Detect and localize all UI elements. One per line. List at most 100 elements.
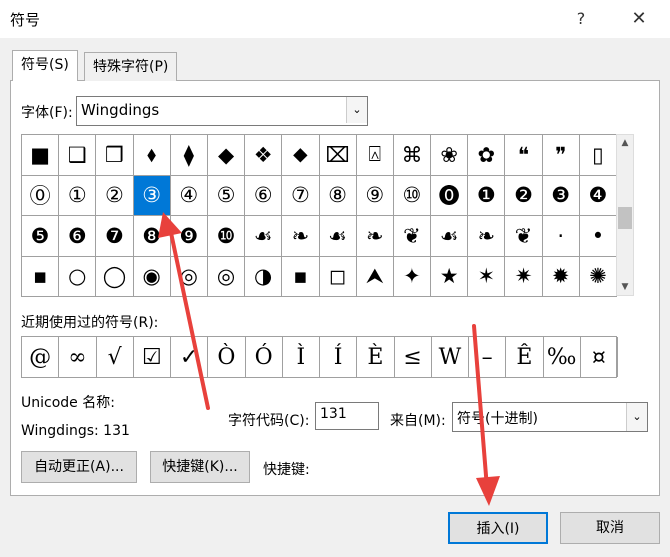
- symbol-cell[interactable]: ·: [542, 216, 580, 257]
- tab-special-characters[interactable]: 特殊字符(P): [84, 52, 178, 81]
- font-select[interactable]: Wingdings ⌄: [76, 96, 368, 126]
- symbol-cell[interactable]: ❑: [59, 135, 97, 176]
- recent-symbol-cell[interactable]: –: [469, 337, 507, 377]
- recent-symbol-cell[interactable]: È: [357, 337, 395, 377]
- symbol-cell[interactable]: ❺: [22, 216, 60, 257]
- symbol-cell[interactable]: ✦: [393, 256, 432, 297]
- recent-symbol-cell[interactable]: ‰: [544, 337, 581, 377]
- symbol-cell[interactable]: ❧: [282, 216, 320, 257]
- symbol-cell[interactable]: ❝: [505, 135, 543, 176]
- symbol-cell[interactable]: ❦: [505, 216, 543, 257]
- symbol-cell[interactable]: ⬧: [133, 135, 171, 176]
- recent-symbol-cell[interactable]: ☑: [134, 337, 171, 377]
- recent-symbol-cell[interactable]: Ì: [283, 337, 320, 377]
- symbol-cell[interactable]: ◎: [207, 256, 246, 297]
- symbol-cell[interactable]: ⌧: [319, 135, 357, 176]
- symbol-cell[interactable]: ⑧: [319, 175, 357, 216]
- symbol-cell[interactable]: ❒: [96, 135, 134, 176]
- recent-symbol-cell[interactable]: ✓: [171, 337, 209, 377]
- symbol-cell[interactable]: ❷: [505, 175, 543, 216]
- scrollbar-thumb[interactable]: [618, 207, 632, 229]
- recent-symbol-cell[interactable]: √: [97, 337, 134, 377]
- symbol-cell[interactable]: ⍓: [356, 135, 394, 176]
- symbol-grid: ■ ❑ ❒ ⬧ ⧫ ◆ ❖ ⬥ ⌧ ⍓ ⌘ ❀ ✿ ❝ ❞ ▯ ⓪ ① ② ③ ④ ⑤ ⑥ ⑦ ⑧ ⑨ ⑩ ⓿ ❶ ❷ ❸ ❹ ❺ ❻ ❼ ❽ ❾ ❿ ☙ ❧…: [21, 134, 617, 297]
- recent-symbol-cell[interactable]: Ó: [246, 337, 283, 377]
- symbol-cell[interactable]: ◯: [96, 256, 134, 297]
- symbol-cell[interactable]: ✶: [468, 256, 506, 297]
- recent-symbol-cell[interactable]: Ò: [208, 337, 246, 377]
- symbol-cell[interactable]: •: [579, 216, 617, 257]
- recent-symbol-cell[interactable]: W: [432, 337, 469, 377]
- recent-symbol-cell[interactable]: Ê: [506, 337, 544, 377]
- symbol-cell[interactable]: ⌘: [393, 135, 432, 176]
- recent-symbol-cell[interactable]: @: [22, 337, 60, 377]
- symbol-cell[interactable]: ❀: [431, 135, 469, 176]
- symbol-cell[interactable]: ⧫: [170, 135, 208, 176]
- symbol-cell[interactable]: ⑦: [282, 175, 320, 216]
- symbol-cell[interactable]: ①: [59, 175, 97, 216]
- symbol-cell[interactable]: ✹: [542, 256, 580, 297]
- symbol-cell[interactable]: ⓿: [431, 175, 469, 216]
- symbol-cell[interactable]: ❹: [579, 175, 617, 216]
- recent-symbols-list: @ ∞ √ ☑ ✓ Ò Ó Ì Í È ≤ W – Ê ‰ ¤: [21, 336, 618, 378]
- symbol-cell[interactable]: ◆: [207, 135, 246, 176]
- symbol-cell[interactable]: ❼: [96, 216, 134, 257]
- symbol-cell[interactable]: ❧: [356, 216, 394, 257]
- close-button[interactable]: ✕: [624, 6, 654, 32]
- symbol-cell[interactable]: ⑨: [356, 175, 394, 216]
- symbol-cell[interactable]: ▪: [282, 256, 320, 297]
- symbol-cell[interactable]: ⬥: [282, 135, 320, 176]
- symbol-cell[interactable]: ⑤: [207, 175, 246, 216]
- symbol-cell[interactable]: ❶: [468, 175, 506, 216]
- symbol-cell[interactable]: ⑥: [245, 175, 283, 216]
- scroll-down-icon[interactable]: ▼: [617, 279, 633, 295]
- symbol-cell[interactable]: ■: [22, 135, 60, 176]
- symbol-cell[interactable]: ④: [170, 175, 208, 216]
- symbol-cell[interactable]: ☙: [431, 216, 469, 257]
- recent-symbols-label: 近期使用过的符号(R):: [21, 315, 159, 331]
- autocorrect-button[interactable]: 自动更正(A)...: [21, 451, 137, 483]
- symbol-cell[interactable]: ◎: [170, 256, 208, 297]
- symbol-cell-selected[interactable]: ③: [133, 175, 171, 216]
- symbol-cell[interactable]: ▯: [579, 135, 617, 176]
- from-select[interactable]: 符号(十进制) ⌄: [452, 402, 648, 432]
- shortcut-key-button[interactable]: 快捷键(K)...: [150, 451, 250, 483]
- cancel-button[interactable]: 取消: [560, 512, 660, 544]
- insert-button[interactable]: 插入(I): [448, 512, 548, 544]
- symbol-cell[interactable]: ⓪: [22, 175, 60, 216]
- symbol-cell[interactable]: ▪: [22, 256, 60, 297]
- symbol-cell[interactable]: ❦: [393, 216, 432, 257]
- symbol-cell[interactable]: ⮝: [356, 256, 394, 297]
- symbol-cell[interactable]: ❿: [207, 216, 246, 257]
- symbol-cell[interactable]: ❸: [542, 175, 580, 216]
- symbol-cell[interactable]: ◑: [245, 256, 283, 297]
- symbol-cell[interactable]: ◉: [133, 256, 171, 297]
- symbol-cell[interactable]: ○: [59, 256, 97, 297]
- chevron-down-icon[interactable]: ⌄: [626, 403, 647, 431]
- symbol-cell[interactable]: ②: [96, 175, 134, 216]
- recent-symbol-cell[interactable]: ∞: [59, 337, 97, 377]
- symbol-cell[interactable]: ❞: [542, 135, 580, 176]
- character-code-input[interactable]: 131: [315, 402, 379, 430]
- symbol-cell[interactable]: ✷: [505, 256, 543, 297]
- symbol-cell[interactable]: ❽: [133, 216, 171, 257]
- symbol-grid-scrollbar[interactable]: ▲ ▼: [616, 134, 634, 296]
- help-button[interactable]: ?: [566, 6, 596, 32]
- symbol-cell[interactable]: ❻: [59, 216, 97, 257]
- chevron-down-icon[interactable]: ⌄: [346, 97, 367, 123]
- symbol-cell[interactable]: ❧: [468, 216, 506, 257]
- symbol-cell[interactable]: ⑩: [393, 175, 432, 216]
- recent-symbol-cell[interactable]: ¤: [581, 337, 618, 377]
- symbol-cell[interactable]: ✿: [468, 135, 506, 176]
- scroll-up-icon[interactable]: ▲: [617, 135, 633, 151]
- recent-symbol-cell[interactable]: ≤: [395, 337, 432, 377]
- symbol-cell[interactable]: ★: [431, 256, 469, 297]
- symbol-cell[interactable]: ☙: [319, 216, 357, 257]
- symbol-cell[interactable]: ❾: [170, 216, 208, 257]
- symbol-cell[interactable]: ◻: [319, 256, 357, 297]
- tab-symbols[interactable]: 符号(S): [12, 50, 78, 81]
- symbol-cell[interactable]: ☙: [245, 216, 283, 257]
- recent-symbol-cell[interactable]: Í: [320, 337, 358, 377]
- symbol-cell[interactable]: ❖: [245, 135, 283, 176]
- symbol-cell[interactable]: ✺: [579, 256, 617, 297]
